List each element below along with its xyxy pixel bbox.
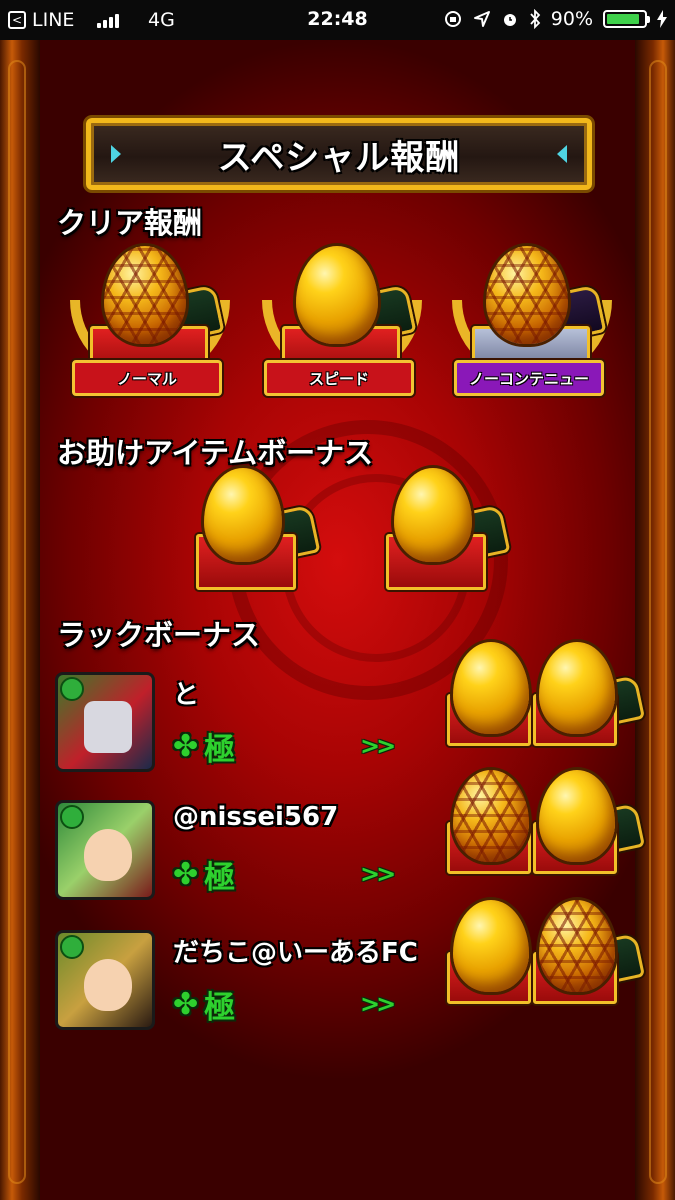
luck-rank: ✤ 極 — [173, 852, 235, 897]
orientation-lock-icon — [444, 11, 461, 27]
battery-percent: 90% — [550, 8, 593, 30]
battery-icon — [603, 10, 650, 28]
egg-gold-icon — [539, 642, 615, 734]
clover-icon: ✤ — [173, 857, 199, 892]
element-badge-icon — [60, 677, 84, 701]
status-right-icons: 90% — [443, 8, 667, 30]
egg-gold-icon — [296, 246, 378, 344]
banner-gem-right-icon — [557, 145, 567, 163]
helper-bonus-reward-2 — [380, 466, 520, 591]
player-name: @nissei567 — [173, 802, 339, 832]
clover-icon: ✤ — [173, 729, 199, 764]
egg-gold-icon — [453, 900, 529, 992]
avatar[interactable] — [55, 800, 155, 900]
charging-bolt-icon — [657, 10, 667, 28]
luck-rank: ✤ 極 — [173, 724, 235, 769]
arrows-icon: >> — [360, 860, 396, 888]
luck-row: だちこ@いーあるFC ✤ 極 >> — [55, 900, 646, 1034]
status-bar: < LINE 4G 22:48 90% — [0, 0, 675, 40]
avatar[interactable] — [55, 930, 155, 1030]
clear-reward-speed: スピード — [252, 242, 432, 417]
luck-reward-egg-2 — [531, 900, 646, 1024]
luck-rank-value: 極 — [204, 860, 236, 896]
location-arrow-icon — [473, 11, 490, 27]
luck-reward-egg-1 — [445, 642, 535, 766]
element-badge-icon — [60, 805, 84, 829]
egg-gold-icon — [394, 468, 472, 562]
player-name: と — [173, 680, 200, 710]
game-screen: < LINE 4G 22:48 90% スペシャル報酬 クリア報酬 ノーマル ス… — [0, 0, 675, 1200]
luck-rank: ✤ 極 — [173, 982, 235, 1027]
monster-portrait — [84, 829, 132, 881]
egg-gold-icon — [453, 642, 529, 734]
clear-reward-normal: ノーマル — [60, 242, 240, 417]
ribbon-label: スピード — [264, 360, 414, 396]
egg-hex-icon — [104, 246, 186, 344]
alarm-icon — [503, 14, 516, 26]
monster-portrait — [84, 959, 132, 1011]
banner-gem-left-icon — [111, 145, 121, 163]
luck-reward-egg-2 — [531, 770, 646, 894]
left-ornate-frame — [0, 40, 40, 1200]
egg-gold-icon — [539, 770, 615, 862]
luck-row: @nissei567 ✤ 極 >> — [55, 770, 646, 904]
luck-rank-value: 極 — [204, 990, 236, 1026]
arrows-icon: >> — [360, 990, 396, 1018]
avatar[interactable] — [55, 672, 155, 772]
ribbon-label: ノーマル — [72, 360, 222, 396]
luck-reward-egg-2 — [531, 642, 646, 766]
luck-row: と ✤ 極 >> — [55, 642, 646, 776]
battery-level — [607, 14, 640, 24]
player-name: だちこ@いーあるFC — [173, 938, 418, 968]
clear-rewards-title: クリア報酬 — [57, 206, 203, 240]
title-banner: スペシャル報酬 — [86, 118, 592, 190]
clear-reward-no-continue: ノーコンテニュー — [442, 242, 622, 417]
element-badge-icon — [60, 935, 84, 959]
luck-rank-value: 極 — [204, 732, 236, 768]
egg-hex-icon — [453, 770, 529, 862]
right-ornate-frame — [635, 40, 675, 1200]
egg-hex-icon — [486, 246, 568, 344]
egg-hex-icon — [539, 900, 615, 992]
arrows-icon: >> — [360, 732, 396, 760]
monster-portrait — [84, 701, 132, 753]
clover-icon: ✤ — [173, 987, 199, 1022]
egg-gold-icon — [204, 468, 282, 562]
luck-reward-egg-1 — [445, 900, 535, 1024]
banner-title: スペシャル報酬 — [217, 137, 461, 178]
ribbon-label: ノーコンテニュー — [454, 360, 604, 396]
bluetooth-icon — [530, 9, 541, 29]
luck-bonus-title: ラックボーナス — [57, 618, 261, 652]
helper-bonus-reward-1 — [190, 466, 330, 591]
luck-reward-egg-1 — [445, 770, 535, 894]
